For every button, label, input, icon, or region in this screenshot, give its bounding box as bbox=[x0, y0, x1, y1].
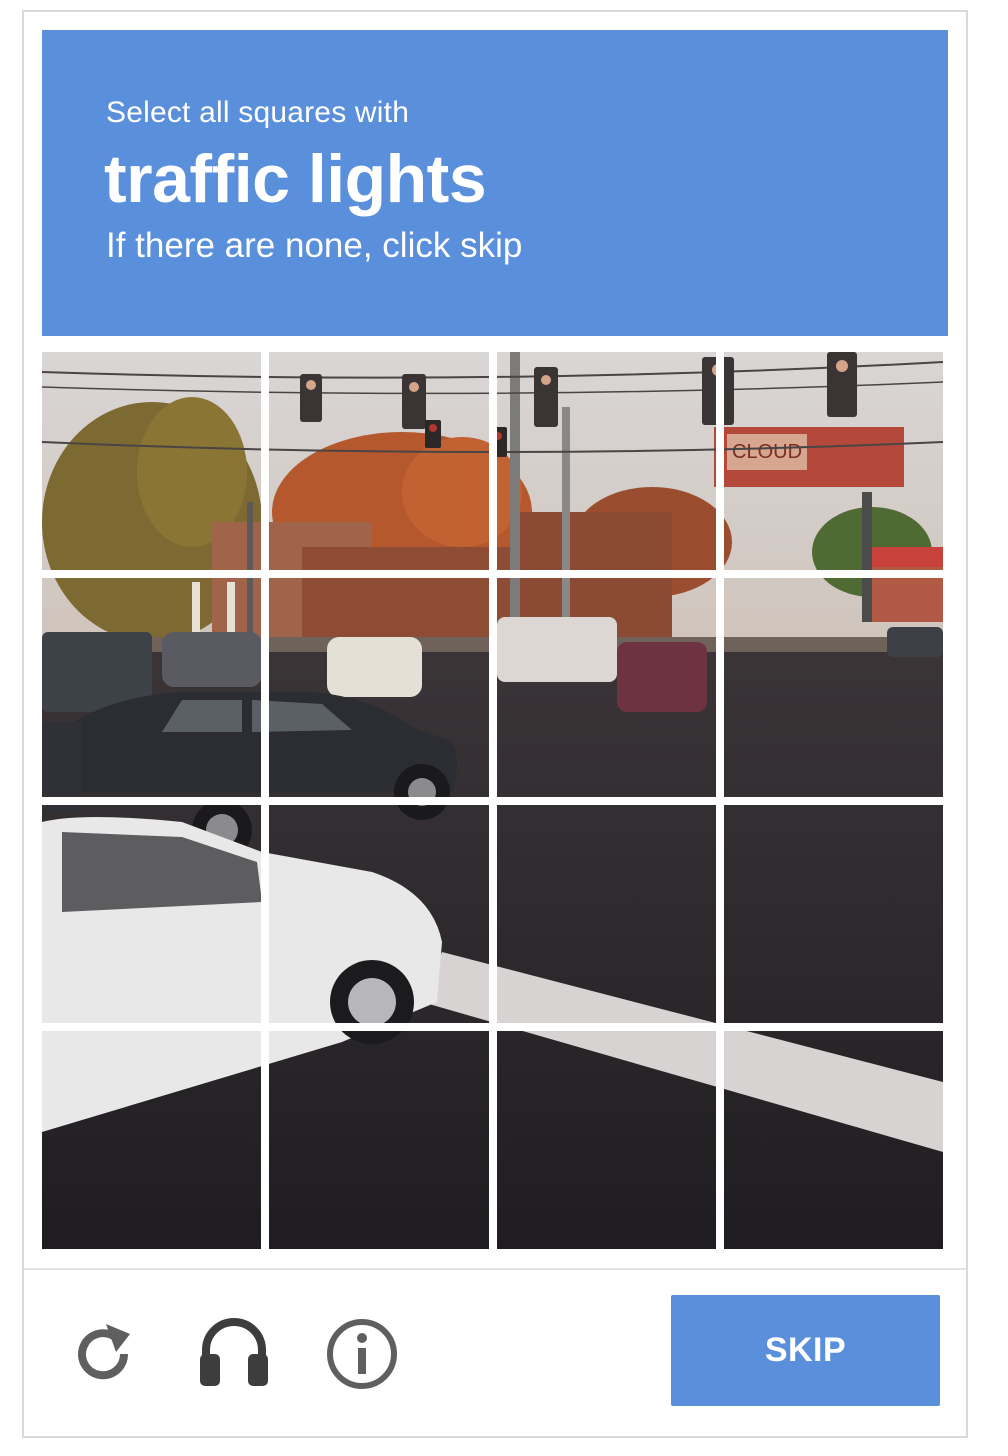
instruction-suffix: If there are none, click skip bbox=[106, 226, 523, 265]
challenge-header: Select all squares with traffic lights I… bbox=[42, 30, 948, 336]
image-tile-r1-c1[interactable] bbox=[42, 352, 261, 570]
grid-gap-horizontal bbox=[42, 1022, 943, 1031]
image-tile-r3-c4[interactable] bbox=[724, 805, 943, 1023]
image-tile-r2-c4[interactable] bbox=[724, 578, 943, 796]
grid-gap-horizontal bbox=[42, 796, 943, 805]
image-tile-r1-c4[interactable] bbox=[724, 352, 943, 570]
footer-divider bbox=[24, 1268, 966, 1270]
skip-button[interactable]: SKIP bbox=[671, 1295, 940, 1406]
info-icon bbox=[327, 1319, 397, 1389]
image-tile-r2-c3[interactable] bbox=[497, 578, 716, 796]
image-tile-r2-c2[interactable] bbox=[269, 578, 488, 796]
grid-gap-horizontal bbox=[42, 570, 943, 579]
target-object-label: traffic lights bbox=[104, 141, 487, 217]
instruction-prefix: Select all squares with bbox=[106, 96, 410, 129]
image-tile-r4-c4[interactable] bbox=[724, 1031, 943, 1249]
image-tile-r3-c3[interactable] bbox=[497, 805, 716, 1023]
image-tile-r4-c1[interactable] bbox=[42, 1031, 261, 1249]
image-tile-r3-c2[interactable] bbox=[269, 805, 488, 1023]
reload-button[interactable] bbox=[66, 1316, 142, 1392]
image-tile-r1-c3[interactable] bbox=[497, 352, 716, 570]
image-tile-r1-c2[interactable] bbox=[269, 352, 488, 570]
reload-icon bbox=[78, 1324, 130, 1380]
info-button[interactable] bbox=[324, 1316, 400, 1392]
image-tile-r3-c1[interactable] bbox=[42, 805, 261, 1023]
headphones-icon bbox=[200, 1318, 268, 1386]
image-tile-r4-c2[interactable] bbox=[269, 1031, 488, 1249]
tile-grid bbox=[42, 352, 943, 1249]
image-tile-r4-c3[interactable] bbox=[497, 1031, 716, 1249]
audio-challenge-button[interactable] bbox=[196, 1312, 272, 1388]
image-tile-r2-c1[interactable] bbox=[42, 578, 261, 796]
image-grid: CLOUD bbox=[42, 352, 943, 1249]
